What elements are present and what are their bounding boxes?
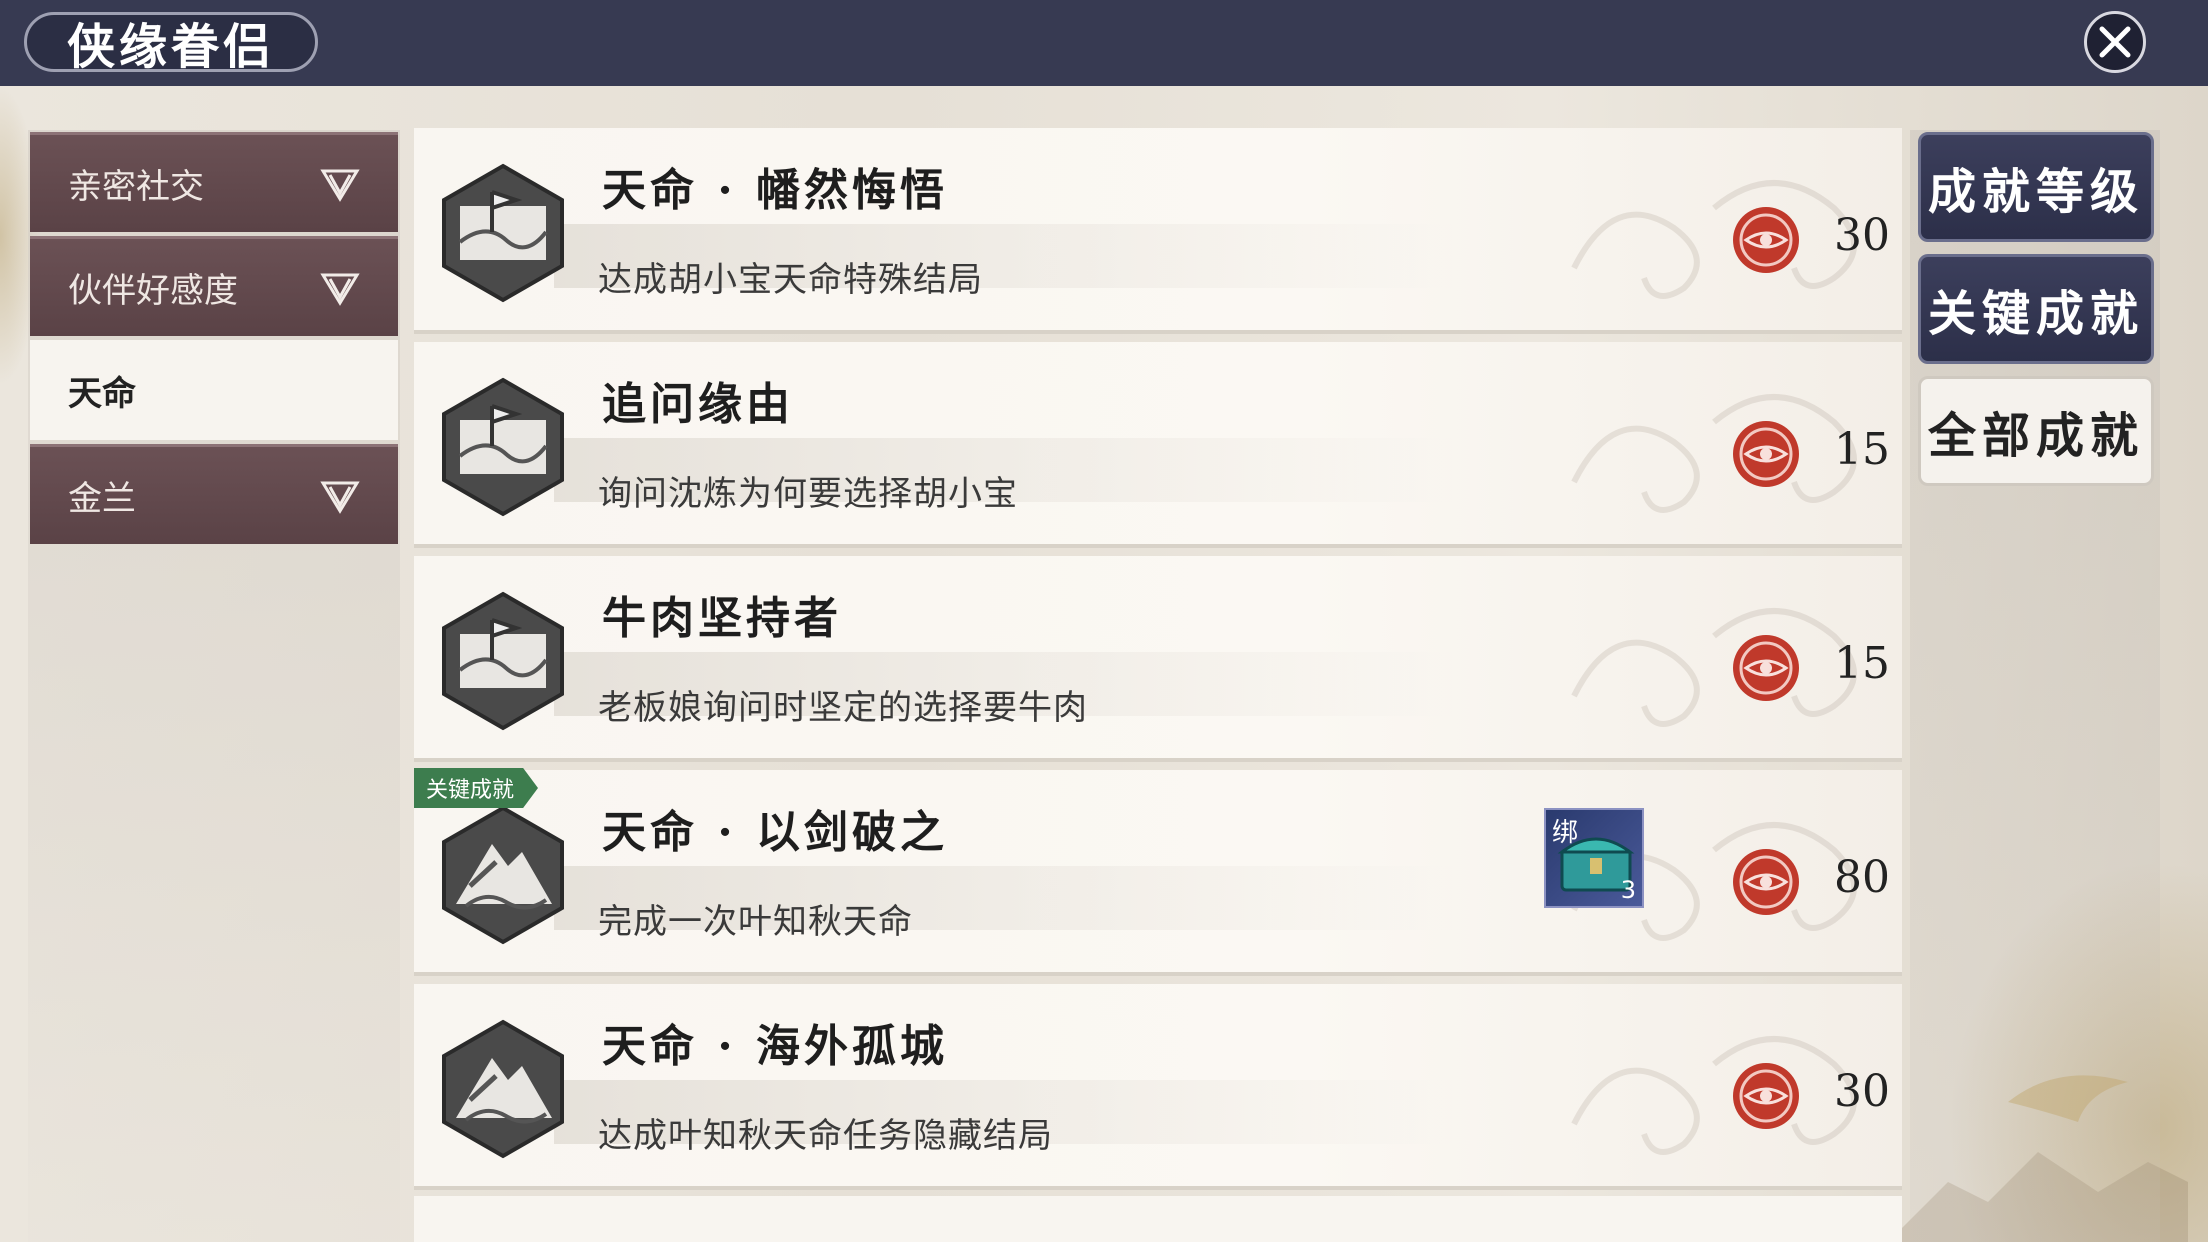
list-item-partial (414, 1196, 1902, 1242)
top-bar: 侠缘眷侣 (0, 0, 2208, 86)
page-title: 侠缘眷侣 (24, 12, 318, 75)
mountain-icon (436, 804, 570, 946)
tab-key-achievements[interactable]: 关键成就 (1918, 254, 2154, 364)
achievement-name: 天命 · 幡然悔悟 (602, 165, 948, 216)
achievement-name: 牛肉坚持者 (602, 593, 842, 644)
achievement-name: 追问缘由 (602, 379, 794, 430)
chevron-down-icon (320, 169, 360, 202)
achievement-desc: 询问沈炼为何要选择胡小宝 (598, 474, 1018, 514)
flag-map-icon (436, 376, 570, 518)
sidebar-item-sworn-siblings[interactable]: 金兰 (30, 444, 398, 544)
flag-map-icon (436, 590, 570, 732)
achievement-row[interactable]: 天命 · 幡然悔悟达成胡小宝天命特殊结局 30 (414, 128, 1902, 334)
achievement-row[interactable]: 追问缘由询问沈炼为何要选择胡小宝 15 (414, 342, 1902, 548)
achievement-points: 30 (1834, 1066, 1890, 1117)
close-icon (2099, 26, 2131, 58)
achievement-point-icon (1730, 204, 1802, 276)
tab-achievement-level[interactable]: 成就等级 (1918, 132, 2154, 242)
sidebar-item-label: 伙伴好感度 (68, 271, 238, 311)
achievement-point-icon (1730, 1060, 1802, 1132)
achievement-row[interactable]: 牛肉坚持者老板娘询问时坚定的选择要牛肉 15 (414, 556, 1902, 762)
achievement-point-icon (1730, 418, 1802, 490)
sidebar-item-destiny[interactable]: 天命 (30, 340, 398, 440)
mountain-icon (436, 1018, 570, 1160)
bound-label: 绑 (1552, 818, 1579, 848)
tab-all-achievements[interactable]: 全部成就 (1918, 376, 2154, 486)
chevron-down-icon (320, 481, 360, 514)
achievement-desc: 完成一次叶知秋天命 (598, 902, 913, 942)
reward-item[interactable]: 绑 3 (1544, 808, 1644, 908)
chevron-down-icon (320, 273, 360, 306)
achievement-point-icon (1730, 846, 1802, 918)
achievement-desc: 达成叶知秋天命任务隐藏结局 (598, 1116, 1053, 1156)
achievement-points: 15 (1834, 638, 1890, 689)
reward-count: 3 (1620, 876, 1636, 904)
achievement-name: 天命 · 海外孤城 (602, 1021, 948, 1072)
achievement-row[interactable]: 天命 · 海外孤城达成叶知秋天命任务隐藏结局 30 (414, 984, 1902, 1190)
achievement-points: 30 (1834, 210, 1890, 261)
key-achievement-tag: 关键成就 (414, 768, 538, 808)
sidebar-item-intimate-social[interactable]: 亲密社交 (30, 132, 398, 232)
sidebar-item-label: 天命 (68, 373, 136, 414)
achievement-desc: 达成胡小宝天命特殊结局 (598, 260, 983, 300)
flag-map-icon (436, 162, 570, 304)
achievement-desc: 老板娘询问时坚定的选择要牛肉 (598, 688, 1088, 728)
achievement-points: 80 (1834, 852, 1890, 903)
sidebar-item-partner-affinity[interactable]: 伙伴好感度 (30, 236, 398, 336)
close-button[interactable] (2084, 11, 2146, 73)
sidebar-item-label: 亲密社交 (68, 167, 204, 207)
achievement-row[interactable]: 天命 · 以剑破之完成一次叶知秋天命 80 (414, 770, 1902, 976)
sidebar-item-label: 金兰 (68, 479, 136, 519)
achievement-name: 天命 · 以剑破之 (602, 807, 948, 858)
achievement-point-icon (1730, 632, 1802, 704)
achievement-points: 15 (1834, 424, 1890, 475)
